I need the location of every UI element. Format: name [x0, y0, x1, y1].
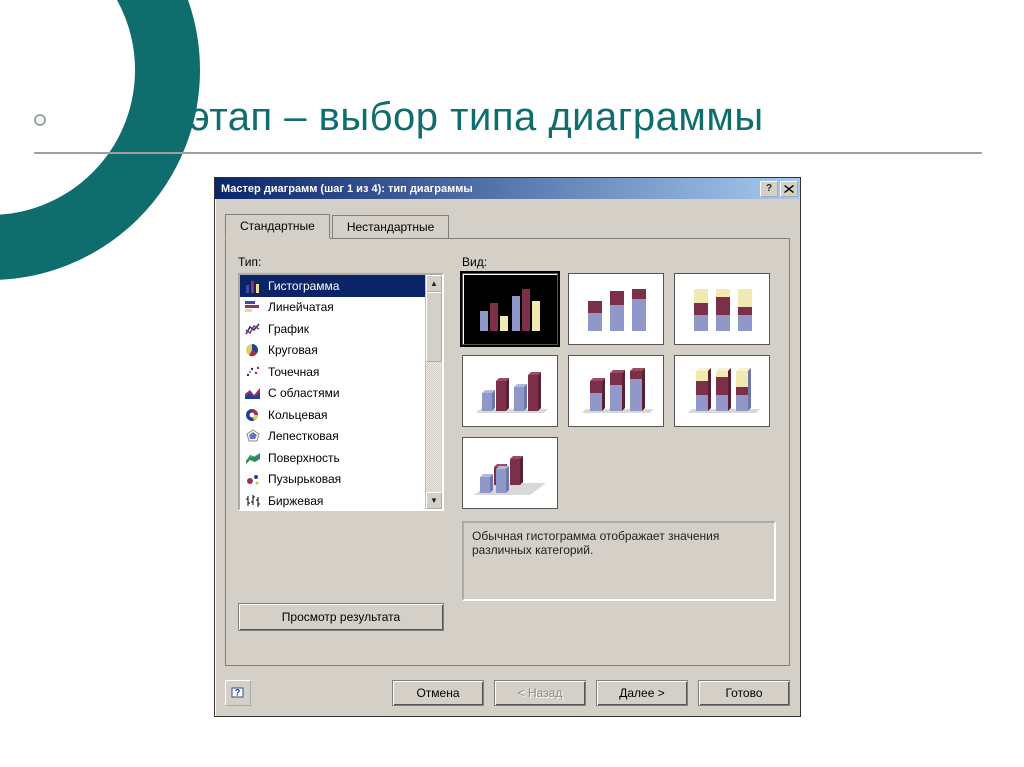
subtype-100-stacked-column[interactable] — [674, 273, 770, 345]
context-help-button[interactable]: ? — [225, 680, 251, 706]
line-chart-icon — [244, 321, 262, 337]
back-button[interactable]: < Назад — [494, 680, 586, 706]
view-label: Вид: — [462, 255, 777, 269]
list-item-label: Круговая — [268, 343, 318, 357]
stock-chart-icon — [244, 493, 262, 509]
cancel-button[interactable]: Отмена — [392, 680, 484, 706]
subtype-3d-column[interactable] — [462, 437, 558, 509]
chart-type-listbox[interactable]: Гистограмма Линейчатая — [238, 273, 444, 511]
list-item-label: Точечная — [268, 365, 319, 379]
finish-button[interactable]: Готово — [698, 680, 790, 706]
list-item-s-oblastyami[interactable]: С областями — [240, 383, 425, 405]
chart-wizard-dialog: Мастер диаграмм (шаг 1 из 4): тип диагра… — [214, 177, 801, 717]
close-button[interactable] — [780, 181, 798, 197]
list-item-label: Поверхность — [268, 451, 340, 465]
dialog-client: Стандартные Нестандартные Тип: Гистограм… — [215, 199, 800, 716]
tab-standard[interactable]: Стандартные — [225, 214, 330, 239]
slide-divider — [34, 152, 982, 154]
slide-title: 1 этап – выбор типа диаграммы — [155, 95, 764, 140]
clustered3d-column-icon — [470, 363, 550, 419]
list-item-label: Пузырьковая — [268, 472, 341, 486]
titlebar: Мастер диаграмм (шаг 1 из 4): тип диагра… — [215, 178, 800, 199]
subtype-stacked-column[interactable] — [568, 273, 664, 345]
help-icon: ? — [230, 685, 246, 701]
list-item-birzhevaya[interactable]: Биржевая — [240, 490, 425, 509]
hbar-chart-icon — [244, 299, 262, 315]
list-item-grafik[interactable]: График — [240, 318, 425, 340]
list-item-poverkhnost[interactable]: Поверхность — [240, 447, 425, 469]
list-item-label: Биржевая — [268, 494, 323, 508]
chart-type-items: Гистограмма Линейчатая — [240, 275, 425, 509]
slide-bullet-icon — [34, 114, 46, 126]
bar-chart-icon — [244, 278, 262, 294]
close-icon — [784, 185, 794, 193]
list-item-label: График — [268, 322, 309, 336]
list-item-lineychataya[interactable]: Линейчатая — [240, 297, 425, 319]
list-item-label: Линейчатая — [268, 300, 334, 314]
list-item-label: Лепестковая — [268, 429, 339, 443]
surface-chart-icon — [244, 450, 262, 466]
list-item-koltsevaya[interactable]: Кольцевая — [240, 404, 425, 426]
bubble-chart-icon — [244, 471, 262, 487]
stacked3d-column-icon — [576, 363, 656, 419]
list-item-gistogramma[interactable]: Гистограмма — [240, 275, 425, 297]
preview-result-button[interactable]: Просмотр результата — [238, 603, 444, 631]
window-title: Мастер диаграмм (шаг 1 из 4): тип диагра… — [221, 183, 758, 195]
pie-chart-icon — [244, 342, 262, 358]
list-item-lepestkovaya[interactable]: Лепестковая — [240, 426, 425, 448]
scroll-track[interactable] — [426, 292, 442, 492]
tab-panel: Тип: Гистограмма — [225, 238, 790, 666]
subtype-description: Обычная гистограмма отображает значения … — [462, 521, 776, 601]
stacked100-column-icon — [682, 281, 762, 337]
scatter-chart-icon — [244, 364, 262, 380]
help-titlebar-button[interactable]: ? — [760, 181, 778, 197]
next-button[interactable]: Далее > — [596, 680, 688, 706]
stacked100-3d-column-icon — [682, 363, 762, 419]
svg-text:?: ? — [235, 688, 241, 698]
subtype-3d-clustered-column[interactable] — [462, 355, 558, 427]
list-item-puzyrkovaya[interactable]: Пузырьковая — [240, 469, 425, 491]
list-item-label: С областями — [268, 386, 340, 400]
donut-chart-icon — [244, 407, 262, 423]
list-item-tochechnaya[interactable]: Точечная — [240, 361, 425, 383]
type-label: Тип: — [238, 255, 444, 269]
chart-subtype-grid — [462, 273, 776, 509]
area-chart-icon — [244, 385, 262, 401]
tabstrip: Стандартные Нестандартные — [225, 213, 790, 238]
subtype-clustered-column[interactable] — [462, 273, 558, 345]
clustered-column-icon — [470, 281, 550, 337]
subtype-3d-stacked-column[interactable] — [568, 355, 664, 427]
radar-chart-icon — [244, 428, 262, 444]
wizard-button-bar: ? Отмена < Назад Далее > Готово — [215, 680, 800, 706]
listbox-scrollbar[interactable]: ▲ ▼ — [425, 275, 442, 509]
list-item-label: Гистограмма — [268, 279, 339, 293]
slide-decoration-ring — [0, 0, 200, 280]
scroll-down-button[interactable]: ▼ — [426, 492, 442, 509]
list-item-label: Кольцевая — [268, 408, 327, 422]
subtype-3d-100-stacked-column[interactable] — [674, 355, 770, 427]
scroll-thumb[interactable] — [426, 292, 442, 362]
scroll-up-button[interactable]: ▲ — [426, 275, 442, 292]
stacked-column-icon — [576, 281, 656, 337]
list-item-krugovaya[interactable]: Круговая — [240, 340, 425, 362]
tab-custom[interactable]: Нестандартные — [332, 215, 450, 240]
column3d-icon — [470, 445, 550, 501]
